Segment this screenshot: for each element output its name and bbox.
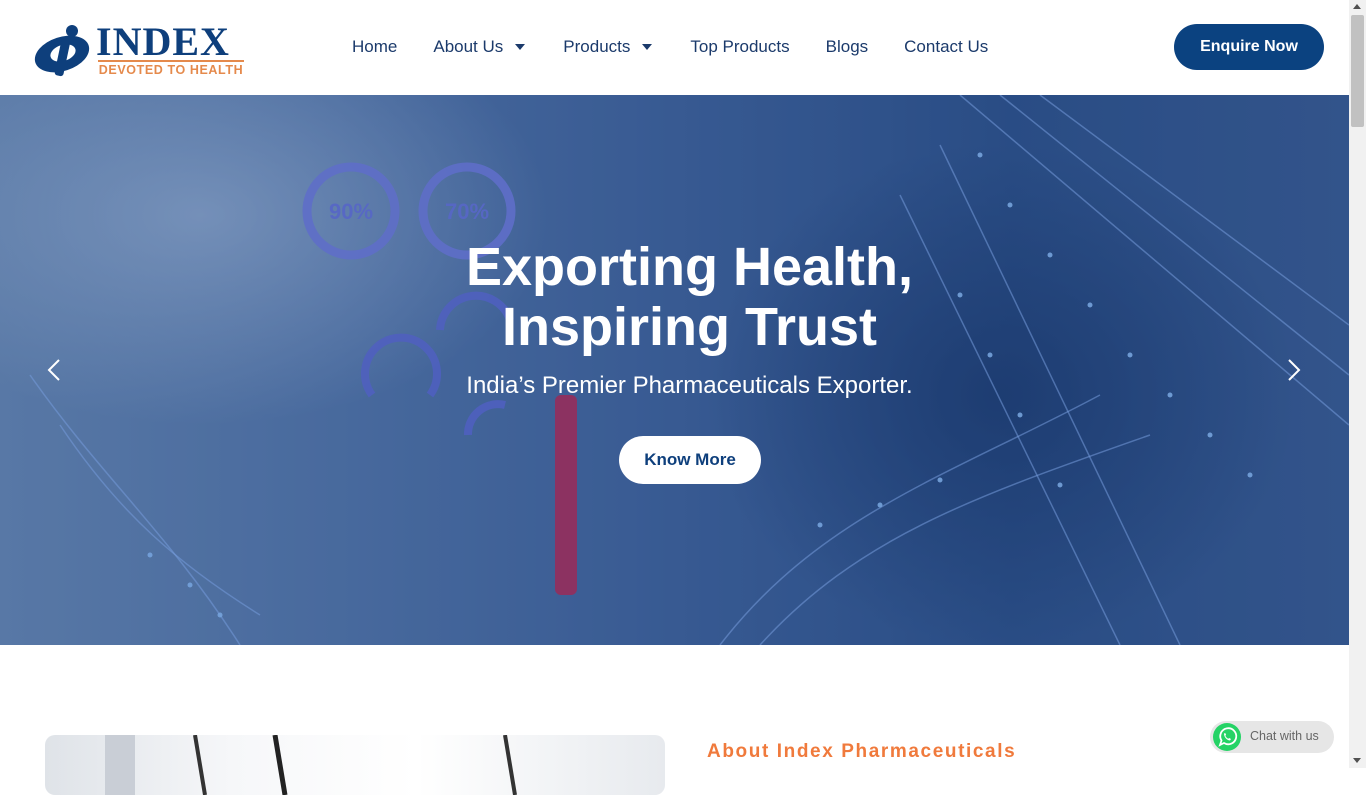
scroll-up-icon[interactable] bbox=[1353, 4, 1361, 9]
brand-rule bbox=[98, 60, 244, 62]
nav-item-about-us[interactable]: About Us bbox=[433, 37, 526, 57]
hero-subtitle: India’s Premier Pharmaceuticals Exporter… bbox=[466, 372, 913, 399]
hero-title-line-1: Exporting Health, bbox=[465, 237, 914, 297]
site-header: INDEX DEVOTED TO HEALTH Home About Us Pr… bbox=[0, 0, 1349, 95]
chat-label: Chat with us bbox=[1250, 729, 1319, 743]
hero-title-line-2: Inspiring Trust bbox=[501, 297, 878, 357]
hero-title: Exporting Health, Inspiring Trust bbox=[0, 237, 1349, 357]
whatsapp-icon bbox=[1213, 723, 1241, 751]
nav-item-label: Contact Us bbox=[904, 37, 989, 56]
brand-logo[interactable]: INDEX DEVOTED TO HEALTH bbox=[32, 19, 247, 80]
nav-item-contact-us[interactable]: Contact Us bbox=[904, 37, 988, 57]
hero-slider: 90% 70% Exporting Health, Inspiring Trus… bbox=[0, 95, 1349, 645]
chevron-right-icon[interactable] bbox=[1280, 357, 1306, 383]
nav-item-top-products[interactable]: Top Products bbox=[690, 37, 789, 57]
nav-item-label: Home bbox=[352, 37, 398, 56]
about-image bbox=[45, 735, 665, 795]
brand-name: INDEX bbox=[96, 19, 230, 64]
nav-item-label: Products bbox=[563, 37, 631, 56]
nav-item-products[interactable]: Products bbox=[563, 37, 653, 57]
caret-down-icon bbox=[515, 44, 526, 50]
chevron-left-icon[interactable] bbox=[42, 357, 68, 383]
main-nav: Home About Us Products Top Products Blog… bbox=[352, 36, 988, 58]
scroll-down-icon[interactable] bbox=[1353, 758, 1361, 763]
nav-item-home[interactable]: Home bbox=[352, 37, 397, 57]
enquire-now-button[interactable]: Enquire Now bbox=[1174, 24, 1324, 70]
nav-item-label: Top Products bbox=[690, 37, 790, 56]
chat-widget[interactable]: Chat with us bbox=[1210, 721, 1334, 753]
know-more-button[interactable]: Know More bbox=[619, 436, 761, 484]
doctor-photo-graphic bbox=[105, 735, 517, 795]
scrollbar-thumb[interactable] bbox=[1351, 15, 1364, 127]
nav-item-label: About Us bbox=[433, 37, 504, 56]
brand-tagline: DEVOTED TO HEALTH bbox=[98, 63, 244, 77]
hero-overlay bbox=[0, 95, 1349, 645]
nav-item-label: Blogs bbox=[825, 37, 869, 56]
logo-mark-icon bbox=[34, 25, 90, 77]
caret-down-icon bbox=[642, 44, 653, 50]
nav-item-blogs[interactable]: Blogs bbox=[826, 37, 869, 57]
about-heading: About Index Pharmaceuticals bbox=[707, 741, 1017, 762]
